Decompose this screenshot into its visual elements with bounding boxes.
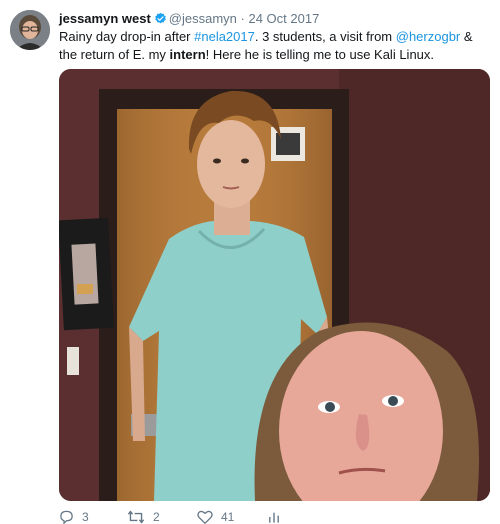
avatar[interactable] — [10, 10, 50, 50]
tweet-text-bold: intern — [169, 47, 206, 62]
separator-dot: · — [240, 11, 245, 26]
retweet-button[interactable]: 2 — [127, 510, 160, 524]
retweet-icon — [127, 510, 145, 524]
analytics-button[interactable] — [267, 510, 281, 524]
photo-image — [59, 69, 490, 501]
reply-icon — [59, 510, 74, 524]
tweet-header: jessamyn west @jessamyn · 24 Oct 2017 — [59, 11, 490, 29]
tweet-actions: 3 2 41 — [59, 510, 490, 524]
reply-count: 3 — [82, 510, 89, 524]
retweet-count: 2 — [153, 510, 160, 524]
author-name[interactable]: jessamyn west — [59, 11, 151, 26]
author-handle[interactable]: @jessamyn — [169, 11, 237, 26]
tweet-text-part: Rainy day drop-in after — [59, 29, 195, 44]
tweet-photo[interactable] — [59, 69, 490, 501]
tweet-text-part: ! Here he is telling me to use Kali Linu… — [205, 47, 435, 62]
tweet-date[interactable]: 24 Oct 2017 — [248, 11, 319, 26]
tweet-text-part: . 3 students, a visit from — [254, 29, 396, 44]
reply-button[interactable]: 3 — [59, 510, 89, 524]
analytics-icon — [267, 510, 281, 524]
tweet-text: Rainy day drop-in after #nela2017. 3 stu… — [59, 28, 486, 64]
hashtag-link[interactable]: #nela2017 — [194, 29, 255, 44]
like-button[interactable]: 41 — [197, 510, 234, 524]
heart-icon — [197, 510, 213, 524]
verified-badge-icon — [154, 12, 167, 29]
mention-link[interactable]: @herzogbr — [396, 29, 461, 44]
like-count: 41 — [221, 510, 235, 524]
avatar-image — [10, 10, 50, 50]
